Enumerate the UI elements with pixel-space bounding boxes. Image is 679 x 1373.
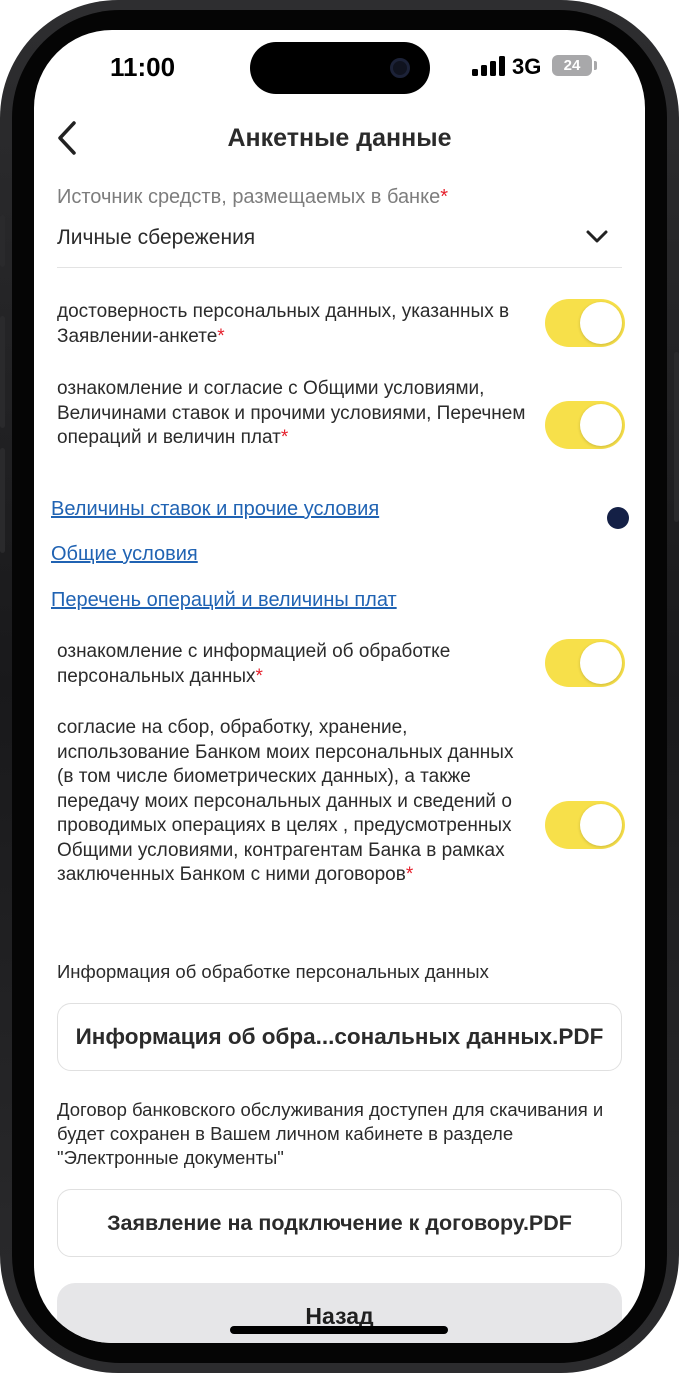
battery-icon: 24	[552, 55, 592, 76]
consent-text-data-info: ознакомление с информацией об обработке …	[57, 640, 527, 689]
required-mark: *	[217, 325, 225, 347]
consent-text-terms: ознакомление и согласие с Общими условия…	[57, 377, 527, 451]
consent-label: ознакомление и согласие с Общими условия…	[57, 378, 526, 448]
contract-note: Договор банковского обслуживания доступе…	[57, 1099, 604, 1168]
toggle-knob	[580, 642, 622, 684]
required-mark: *	[280, 427, 289, 448]
volume-up-button	[0, 316, 5, 428]
source-select-value[interactable]: Личные сбережения	[57, 226, 255, 250]
toggle-data-processing[interactable]	[545, 801, 625, 849]
consent-label: достоверность персональных данных, указа…	[57, 301, 510, 347]
contract-pdf-button[interactable]: Заявление на подключение к договору.PDF	[57, 1189, 622, 1257]
home-indicator	[230, 1326, 448, 1334]
required-mark: *	[440, 186, 448, 208]
battery-tip	[594, 61, 597, 70]
consent-label: ознакомление с информацией об обработке …	[57, 641, 451, 687]
source-field-label-text: Источник средств, размещаемых в банке	[57, 186, 441, 208]
link-operations-fees[interactable]: Перечень операций и величины плат	[51, 589, 397, 612]
toggle-knob	[580, 302, 622, 344]
page-title: Анкетные данные	[227, 124, 452, 152]
required-mark: *	[405, 864, 414, 885]
back-button[interactable]: Назад	[57, 1283, 622, 1343]
toggle-knob	[580, 404, 622, 446]
consent-text-accuracy: достоверность персональных данных, указа…	[57, 300, 527, 349]
toggle-data-info[interactable]	[545, 639, 625, 687]
toggle-knob	[580, 804, 622, 846]
source-field-label: Источник средств, размещаемых в банке*	[57, 186, 448, 209]
required-mark: *	[255, 665, 263, 687]
network-type: 3G	[512, 54, 542, 79]
link-general-conditions[interactable]: Общие условия	[51, 543, 198, 566]
app-screen: 11:00 3G 24 Анкетные данные Источник сре…	[34, 30, 645, 1343]
chevron-down-icon[interactable]	[584, 226, 610, 246]
consent-text-data-processing: согласие на сбор, обработку, хранение, и…	[57, 716, 527, 888]
personal-data-pdf-button[interactable]: Информация об обра...сональных данных.PD…	[57, 1003, 622, 1071]
signal-icon	[472, 56, 506, 76]
camera-icon	[390, 58, 410, 78]
toggle-terms[interactable]	[545, 401, 625, 449]
power-button	[674, 352, 679, 522]
action-button	[0, 215, 5, 267]
status-time: 11:00	[110, 52, 176, 82]
consent-label: согласие на сбор, обработку, хранение, и…	[57, 717, 514, 885]
link-rates-conditions[interactable]: Величины ставок и прочие условия	[51, 498, 379, 521]
volume-down-button	[0, 448, 5, 553]
field-divider	[57, 267, 622, 268]
floating-dot-indicator	[607, 507, 629, 529]
toggle-accuracy[interactable]	[545, 299, 625, 347]
personal-data-info-label: Информация об обработке персональных дан…	[57, 961, 489, 982]
